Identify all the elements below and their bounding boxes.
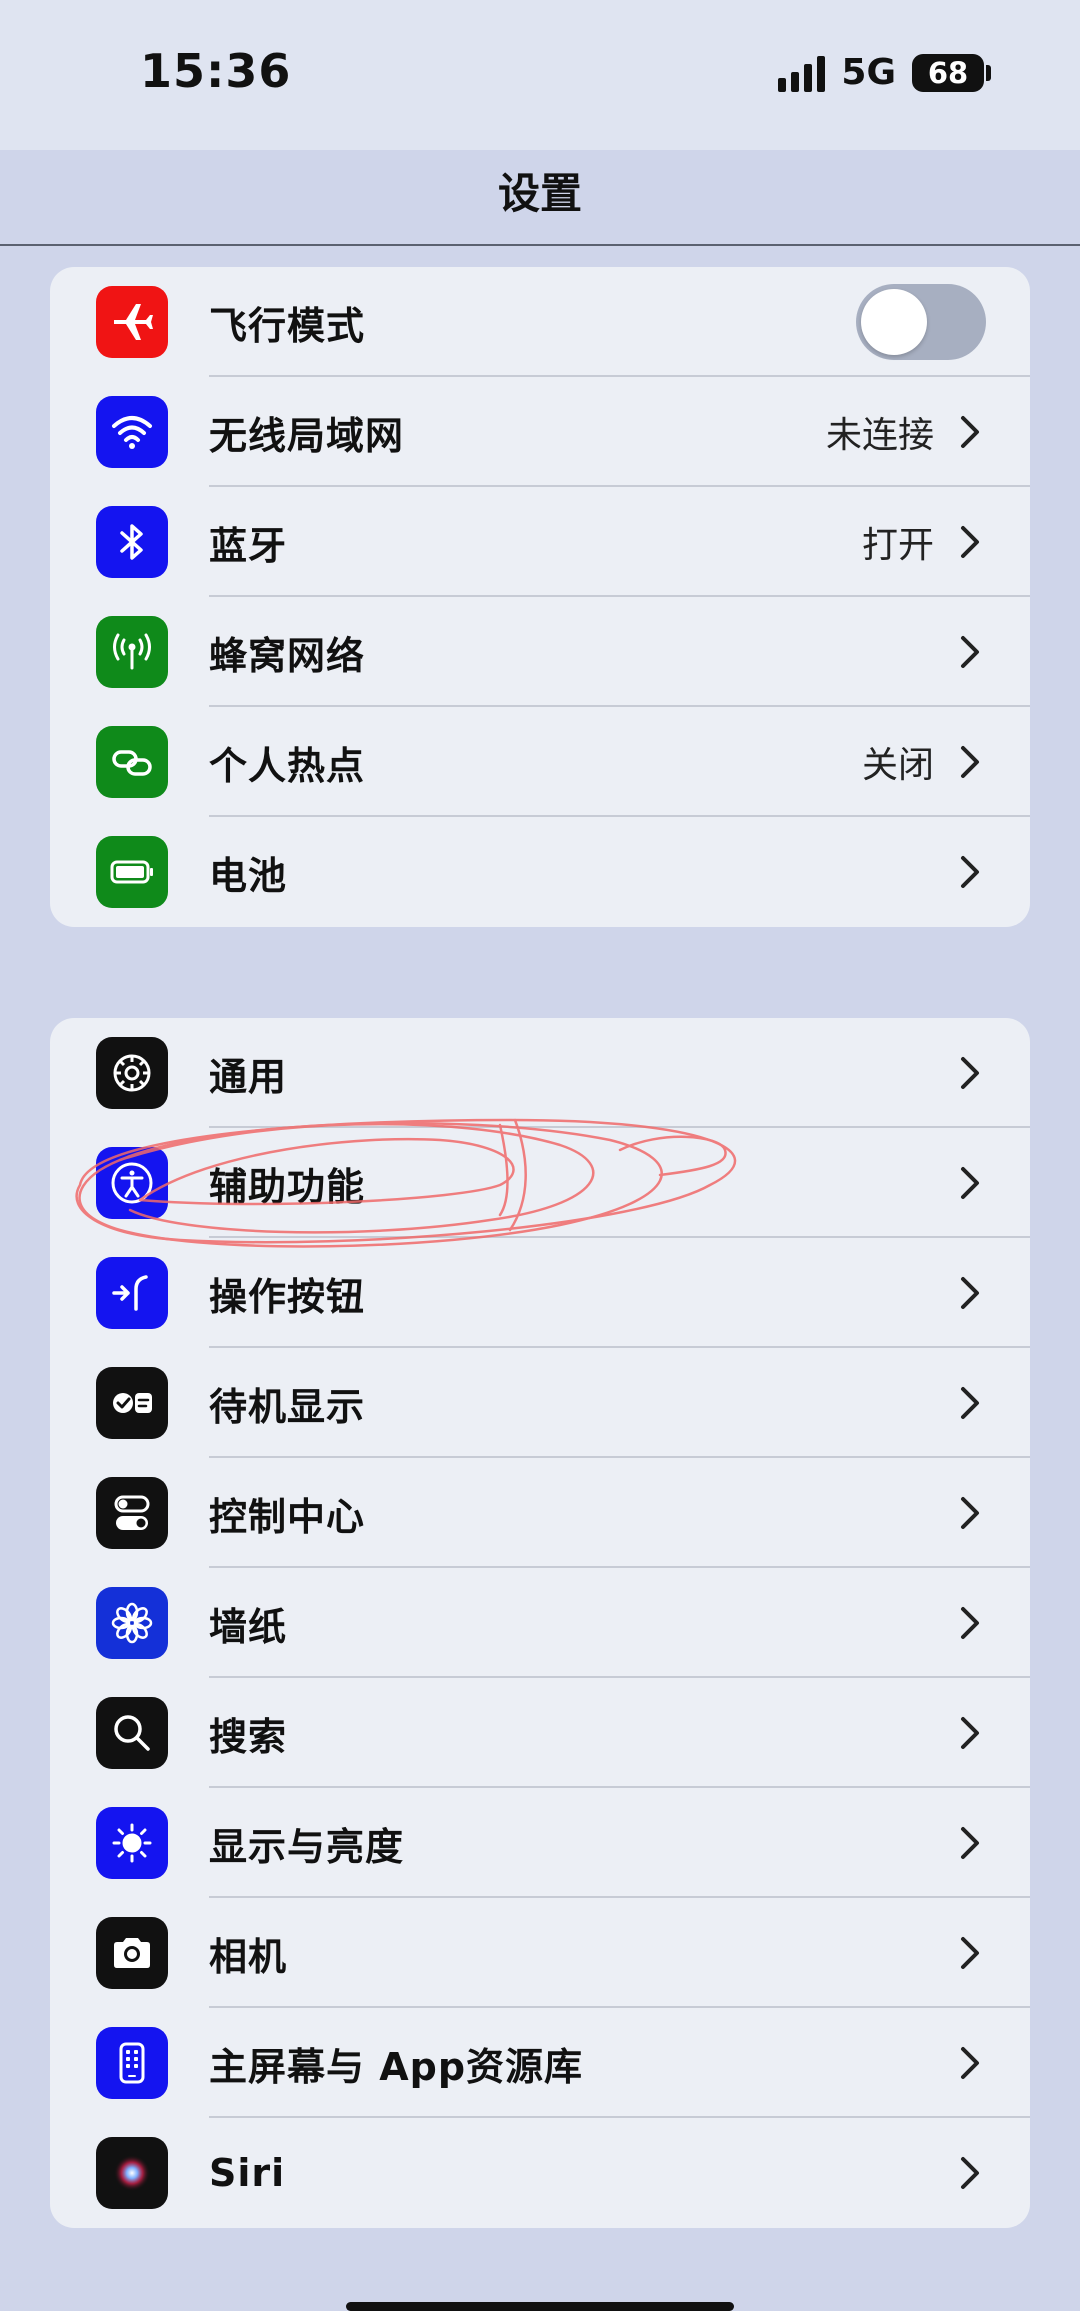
row-value: 关闭 (861, 745, 934, 786)
airplane-mode-toggle[interactable] (856, 284, 986, 360)
chevron-right-icon (961, 1827, 979, 1859)
accessibility-icon (96, 1147, 168, 1219)
settings-row-battery[interactable]: 电池 (50, 817, 1030, 927)
settings-row-accessibility[interactable]: 辅助功能 (50, 1128, 1030, 1238)
search-icon (96, 1697, 168, 1769)
settings-row-wifi[interactable]: 无线局域网 未连接 (50, 377, 1030, 487)
row-label: 控制中心 (209, 1494, 366, 1539)
chevron-right-icon (961, 1607, 979, 1639)
settings-row-display-brightness[interactable]: 显示与亮度 (50, 1788, 1030, 1898)
settings-row-wallpaper[interactable]: 墙纸 (50, 1568, 1030, 1678)
row-label: 飞行模式 (209, 303, 366, 348)
home-indicator[interactable] (346, 2302, 734, 2311)
camera-icon (96, 1917, 168, 1989)
row-value: 未连接 (825, 415, 934, 456)
chevron-right-icon (961, 1277, 979, 1309)
chevron-right-icon (961, 1937, 979, 1969)
row-label: 通用 (209, 1054, 288, 1099)
page-title: 设置 (497, 169, 582, 218)
row-label: 显示与亮度 (209, 1824, 405, 1869)
settings-row-airplane-mode: 飞行模式 (50, 267, 1030, 377)
settings-row-home-screen[interactable]: 主屏幕与 App资源库 (50, 2008, 1030, 2118)
chevron-right-icon (961, 2157, 979, 2189)
cellular-icon (96, 616, 168, 688)
settings-row-action-button[interactable]: 操作按钮 (50, 1238, 1030, 1348)
toggle-knob (861, 289, 927, 355)
battery-icon (96, 836, 168, 908)
nav-divider (0, 244, 1080, 246)
settings-row-cellular[interactable]: 蜂窝网络 (50, 597, 1030, 707)
action-button-icon (96, 1257, 168, 1329)
row-value: 打开 (861, 525, 934, 566)
chevron-right-icon (961, 526, 979, 558)
row-label: 电池 (209, 853, 288, 898)
row-label: 蜂窝网络 (209, 633, 366, 678)
siri-icon (96, 2137, 168, 2209)
chevron-right-icon (961, 856, 979, 888)
airplane-icon (96, 286, 168, 358)
row-label: 主屏幕与 App资源库 (209, 2044, 584, 2089)
battery-status-icon: 68 (912, 53, 991, 92)
network-type: 5G (841, 52, 896, 93)
row-label: 辅助功能 (209, 1164, 366, 1209)
chevron-right-icon (961, 1387, 979, 1419)
chevron-right-icon (961, 416, 979, 448)
home-screen-icon (96, 2027, 168, 2099)
chevron-right-icon (961, 1167, 979, 1199)
settings-group-connectivity: 飞行模式 无线局域网 未连接 蓝牙 打开 蜂窝网络 个人热点 关闭 电池 (50, 267, 1030, 927)
chevron-right-icon (961, 1497, 979, 1529)
battery-level: 68 (927, 55, 969, 90)
row-label: 个人热点 (209, 743, 366, 788)
status-bar: 15:36 5G 68 (0, 0, 1080, 150)
gear-icon (96, 1037, 168, 1109)
wifi-icon (96, 396, 168, 468)
row-label: 墙纸 (209, 1604, 288, 1649)
row-label: 相机 (209, 1934, 288, 1979)
chevron-right-icon (961, 1717, 979, 1749)
row-label: 无线局域网 (209, 413, 405, 458)
status-time: 15:36 (140, 44, 292, 98)
control-center-icon (96, 1477, 168, 1549)
chevron-right-icon (961, 2047, 979, 2079)
chevron-right-icon (961, 636, 979, 668)
settings-row-control-center[interactable]: 控制中心 (50, 1458, 1030, 1568)
settings-row-camera[interactable]: 相机 (50, 1898, 1030, 2008)
settings-row-bluetooth[interactable]: 蓝牙 打开 (50, 487, 1030, 597)
row-label: Siri (209, 2151, 286, 2195)
standby-icon (96, 1367, 168, 1439)
wallpaper-icon (96, 1587, 168, 1659)
status-indicators: 5G 68 (778, 52, 991, 93)
chevron-right-icon (961, 1057, 979, 1089)
settings-group-general: 通用 辅助功能 操作按钮 待机显示 控制中心 墙纸 搜索 显示与亮度 相机 主屏… (50, 1018, 1030, 2228)
row-label: 蓝牙 (209, 523, 288, 568)
settings-row-siri[interactable]: Siri (50, 2118, 1030, 2228)
hotspot-icon (96, 726, 168, 798)
settings-row-search[interactable]: 搜索 (50, 1678, 1030, 1788)
settings-row-hotspot[interactable]: 个人热点 关闭 (50, 707, 1030, 817)
settings-row-standby[interactable]: 待机显示 (50, 1348, 1030, 1458)
row-label: 待机显示 (209, 1384, 366, 1429)
bluetooth-icon (96, 506, 168, 578)
row-label: 操作按钮 (209, 1274, 366, 1319)
signal-icon (778, 54, 826, 92)
brightness-icon (96, 1807, 168, 1879)
chevron-right-icon (961, 746, 979, 778)
settings-row-general[interactable]: 通用 (50, 1018, 1030, 1128)
row-label: 搜索 (209, 1714, 288, 1759)
